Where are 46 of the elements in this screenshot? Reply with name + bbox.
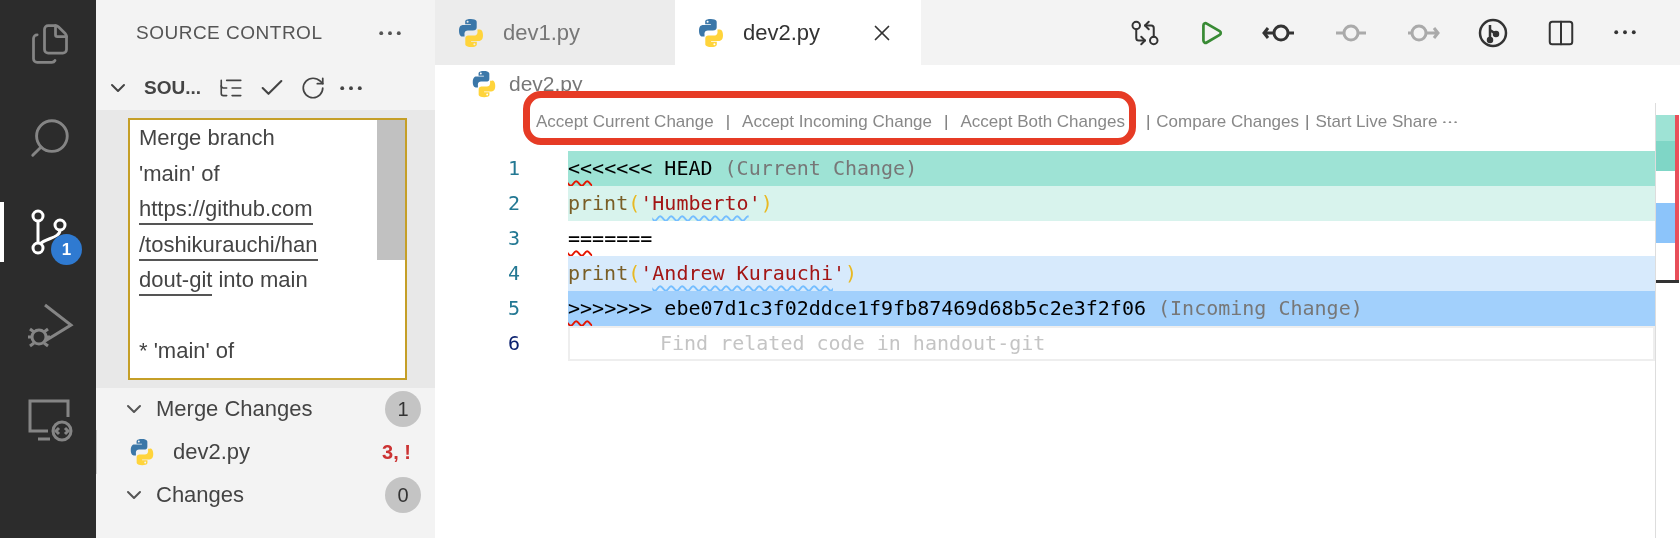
commit-message-text: 'main' of xyxy=(139,159,220,188)
sidebar-title: SOURCE CONTROL xyxy=(136,22,323,44)
count-badge: 1 xyxy=(385,391,421,427)
group-label: Merge Changes xyxy=(156,396,314,422)
codelens-link[interactable]: Accept Incoming Change xyxy=(742,112,933,132)
line-number: 2 xyxy=(506,190,521,217)
section-title: SOU... xyxy=(144,77,202,99)
refresh-icon[interactable] xyxy=(300,75,326,101)
editor-tab[interactable]: dev2.py xyxy=(675,0,921,65)
remote-monitor-icon xyxy=(26,397,74,443)
git-graph-icon xyxy=(1478,17,1508,48)
commit-link[interactable]: https://github.com xyxy=(139,195,313,225)
codelens-link[interactable]: Start Live Share xyxy=(1315,112,1438,132)
codelens-link[interactable]: Compare Changes xyxy=(1156,112,1300,132)
more-icon[interactable] xyxy=(379,30,401,36)
line-number: 3 xyxy=(506,225,521,252)
commit-message-text: into main xyxy=(218,266,308,294)
more-icon[interactable] xyxy=(340,85,362,91)
codelens-link[interactable]: Accept Current Change xyxy=(536,112,714,132)
change-group-row[interactable]: Merge Changes 1 xyxy=(96,388,435,430)
overview-ruler[interactable] xyxy=(1655,103,1680,538)
codelens-link[interactable]: Accept Both Changes xyxy=(960,112,1125,132)
toolbar-button[interactable] xyxy=(1614,30,1636,35)
commit-message-text: Merge branch xyxy=(139,124,275,152)
changed-file-row[interactable]: dev2.py 3, ! xyxy=(96,430,435,474)
commit-message-text: * 'main' of xyxy=(139,337,235,365)
commit-link[interactable]: dout-git xyxy=(139,266,213,296)
line-number: 5 xyxy=(506,295,521,322)
separator-text: | xyxy=(725,112,731,132)
file-status: 3, ! xyxy=(382,440,411,464)
commit-message-field[interactable]: Merge branch 'main' of https://github.com /toshikurauchi/han dout-git into main * 'main' of xyxy=(128,118,407,380)
line-number: 1 xyxy=(506,155,521,182)
editor-tab[interactable]: dev1.py xyxy=(435,0,675,65)
toolbar-button[interactable] xyxy=(1478,17,1508,48)
group-label: Changes xyxy=(156,482,246,508)
separator-text: | xyxy=(944,112,949,132)
commit-link[interactable]: /toshikurauchi/han xyxy=(139,230,318,261)
line-number: 6 xyxy=(506,330,521,357)
scrollbar-thumb[interactable] xyxy=(377,120,405,260)
count-badge: 1 xyxy=(51,234,82,265)
count-badge: 0 xyxy=(385,477,421,513)
separator-text: | xyxy=(1145,112,1151,132)
change-group-row[interactable]: Changes 0 xyxy=(96,474,435,516)
file-name: dev2.py xyxy=(173,439,252,465)
line-number: 4 xyxy=(506,260,521,287)
separator-text: | xyxy=(1305,112,1310,132)
